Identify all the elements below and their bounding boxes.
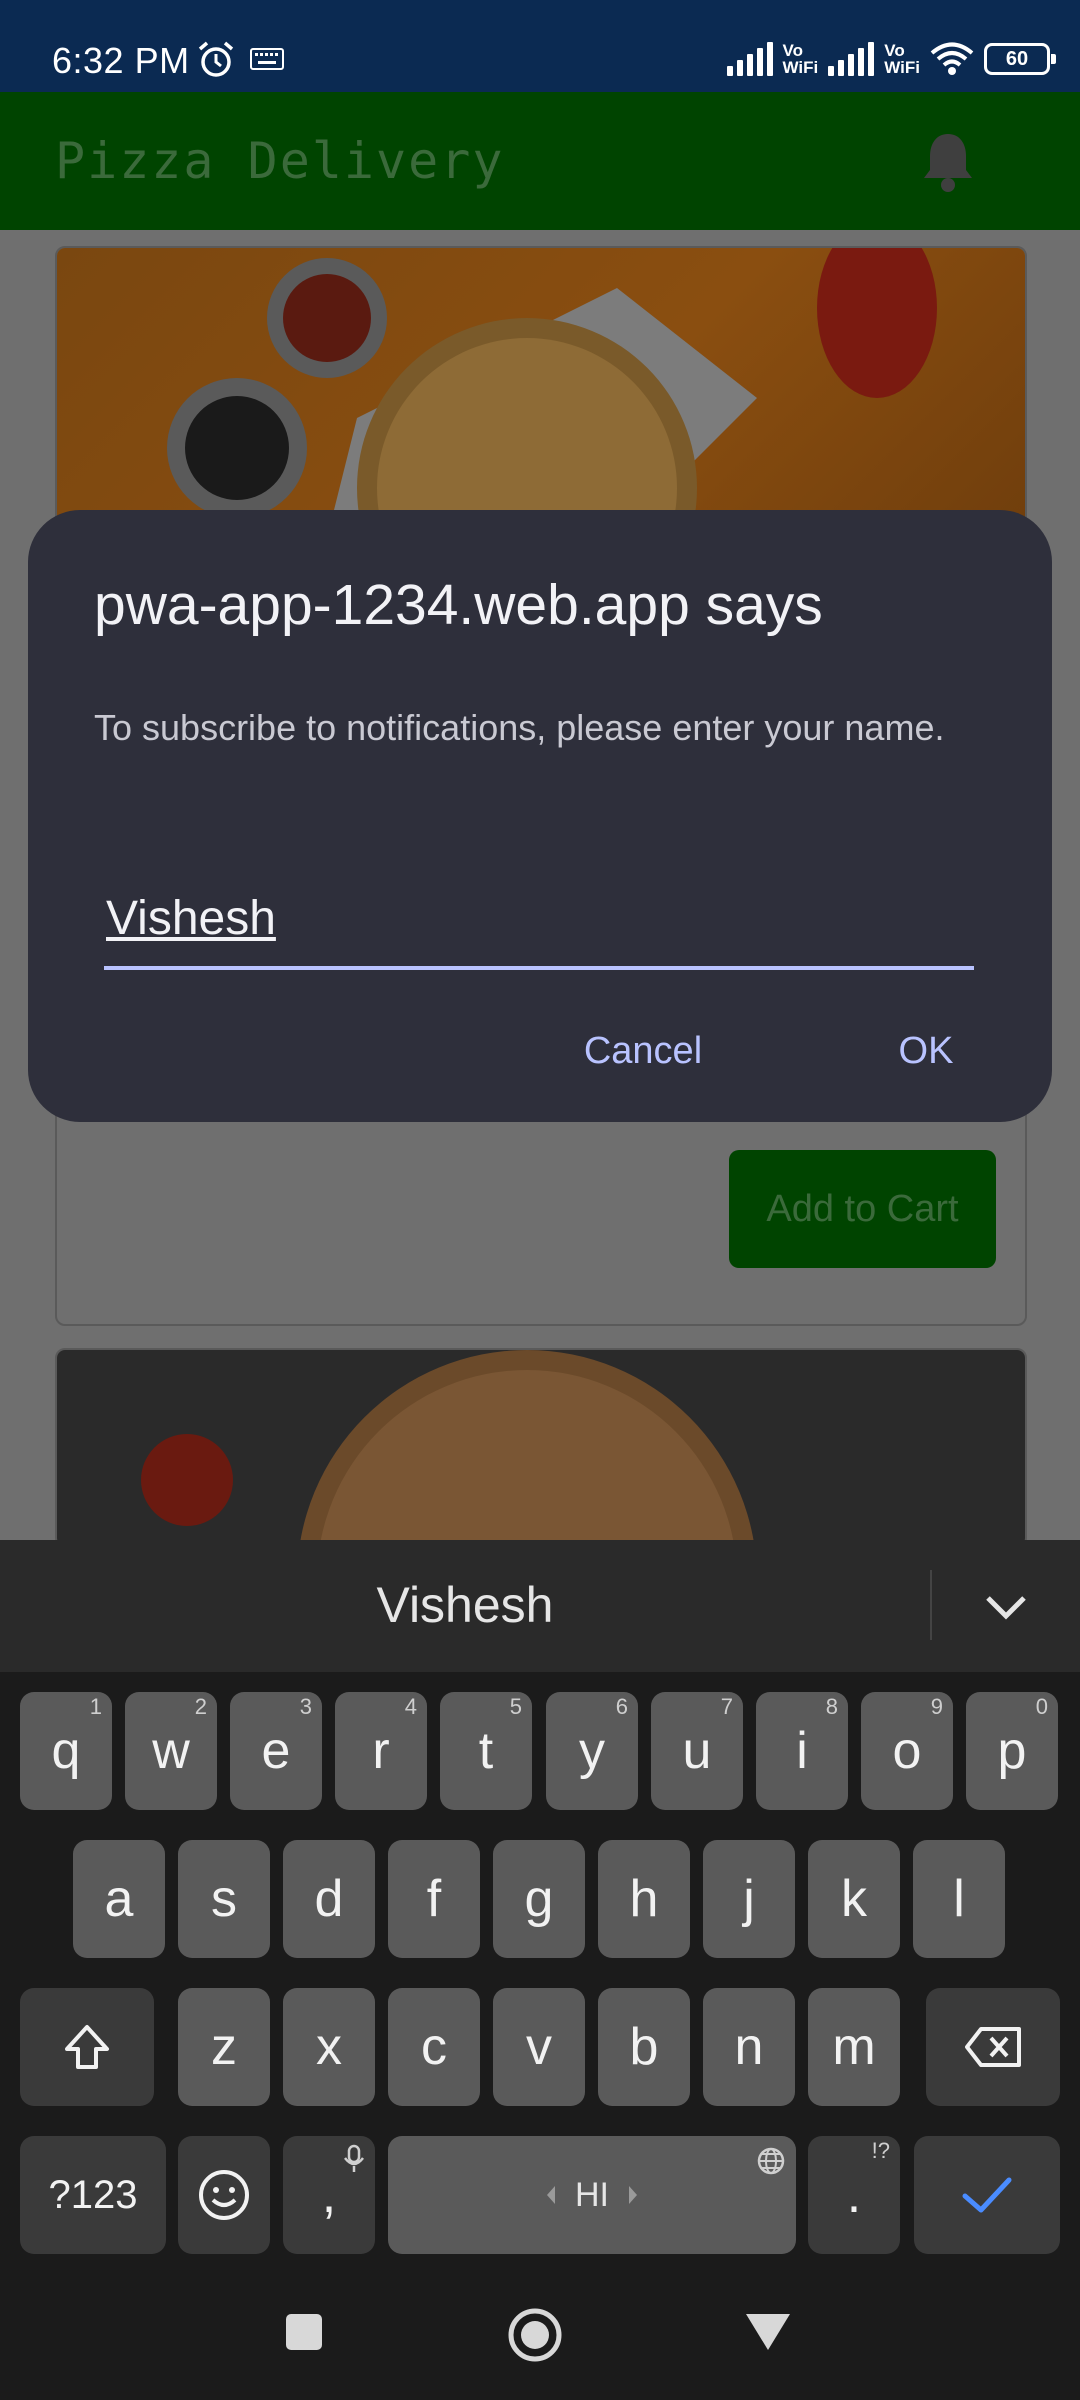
status-indicators: Vo WiFi Vo WiFi 60 bbox=[726, 34, 1056, 84]
alarm-icon bbox=[198, 41, 234, 77]
key-c[interactable]: c bbox=[388, 1988, 480, 2106]
shift-key[interactable] bbox=[20, 1988, 154, 2106]
enter-key[interactable] bbox=[914, 2136, 1060, 2254]
battery-icon: 60 bbox=[984, 43, 1056, 75]
navigation-bar bbox=[0, 2278, 1080, 2400]
chevron-left-icon bbox=[547, 2186, 555, 2204]
key-p[interactable]: p0 bbox=[966, 1692, 1058, 1810]
key-j[interactable]: j bbox=[703, 1840, 795, 1958]
signal-icon bbox=[726, 42, 773, 76]
pizza-card bbox=[55, 1348, 1027, 1548]
space-key[interactable]: HI bbox=[388, 2136, 796, 2254]
backspace-key[interactable] bbox=[926, 1988, 1060, 2106]
key-y[interactable]: y6 bbox=[546, 1692, 638, 1810]
key-o[interactable]: o9 bbox=[861, 1692, 953, 1810]
app-title: Pizza Delivery bbox=[55, 132, 505, 190]
globe-icon bbox=[757, 2147, 785, 2175]
key-i[interactable]: i8 bbox=[756, 1692, 848, 1810]
recents-square-icon[interactable] bbox=[282, 2310, 326, 2354]
key-l[interactable]: l bbox=[913, 1840, 1005, 1958]
comma-key[interactable]: , bbox=[283, 2136, 375, 2254]
keyboard: Vishesh bbox=[0, 1540, 1080, 2400]
wifi-icon bbox=[930, 42, 974, 75]
ok-button[interactable]: OK bbox=[871, 1016, 981, 1086]
key-n[interactable]: n bbox=[703, 1988, 795, 2106]
key-k[interactable]: k bbox=[808, 1840, 900, 1958]
cancel-button[interactable]: Cancel bbox=[568, 1016, 718, 1086]
key-r[interactable]: r4 bbox=[335, 1692, 427, 1810]
vowifi-label: Vo WiFi bbox=[782, 41, 819, 77]
checkmark-icon bbox=[962, 2177, 1012, 2213]
name-input[interactable] bbox=[104, 880, 974, 970]
key-a[interactable]: a bbox=[73, 1840, 165, 1958]
signal-icon bbox=[828, 42, 875, 76]
vowifi-label: Vo WiFi bbox=[884, 41, 920, 77]
divider bbox=[930, 1570, 932, 1640]
emoji-key[interactable] bbox=[178, 2136, 270, 2254]
emoji-icon bbox=[199, 2170, 249, 2220]
key-w[interactable]: w2 bbox=[125, 1692, 217, 1810]
suggestion-bar: Vishesh bbox=[0, 1540, 1080, 1672]
chevron-right-icon bbox=[629, 2186, 637, 2204]
key-d[interactable]: d bbox=[283, 1840, 375, 1958]
prompt-dialog: pwa-app-1234.web.app says To subscribe t… bbox=[28, 510, 1052, 1122]
pizza-image bbox=[57, 1350, 1025, 1546]
chevron-down-icon[interactable] bbox=[980, 1580, 1032, 1632]
key-s[interactable]: s bbox=[178, 1840, 270, 1958]
period-key[interactable]: .!? bbox=[808, 2136, 900, 2254]
keyboard-icon bbox=[250, 48, 284, 70]
home-circle-icon[interactable] bbox=[506, 2306, 564, 2364]
mic-icon bbox=[344, 2144, 364, 2172]
key-h[interactable]: h bbox=[598, 1840, 690, 1958]
key-m[interactable]: m bbox=[808, 1988, 900, 2106]
shift-icon bbox=[65, 2025, 109, 2069]
dialog-title: pwa-app-1234.web.app says bbox=[94, 573, 823, 637]
key-f[interactable]: f bbox=[388, 1840, 480, 1958]
key-g[interactable]: g bbox=[493, 1840, 585, 1958]
key-z[interactable]: z bbox=[178, 1988, 270, 2106]
suggestion-word[interactable]: Vishesh bbox=[0, 1576, 930, 1634]
key-x[interactable]: x bbox=[283, 1988, 375, 2106]
key-b[interactable]: b bbox=[598, 1988, 690, 2106]
key-q[interactable]: q1 bbox=[20, 1692, 112, 1810]
key-v[interactable]: v bbox=[493, 1988, 585, 2106]
backspace-icon bbox=[965, 2027, 1021, 2067]
symbols-key[interactable]: ?123 bbox=[20, 2136, 166, 2254]
status-bar: 6:32 PM Vo WiFi Vo WiFi 60 bbox=[0, 0, 1080, 92]
key-t[interactable]: t5 bbox=[440, 1692, 532, 1810]
dialog-message: To subscribe to notifications, please en… bbox=[94, 707, 945, 748]
language-label: HI bbox=[575, 2175, 609, 2214]
key-e[interactable]: e3 bbox=[230, 1692, 322, 1810]
back-triangle-icon[interactable] bbox=[742, 2310, 794, 2354]
bell-icon[interactable] bbox=[918, 128, 978, 194]
key-u[interactable]: u7 bbox=[651, 1692, 743, 1810]
status-time: 6:32 PM bbox=[52, 40, 190, 81]
add-to-cart-button[interactable]: Add to Cart bbox=[729, 1150, 996, 1268]
